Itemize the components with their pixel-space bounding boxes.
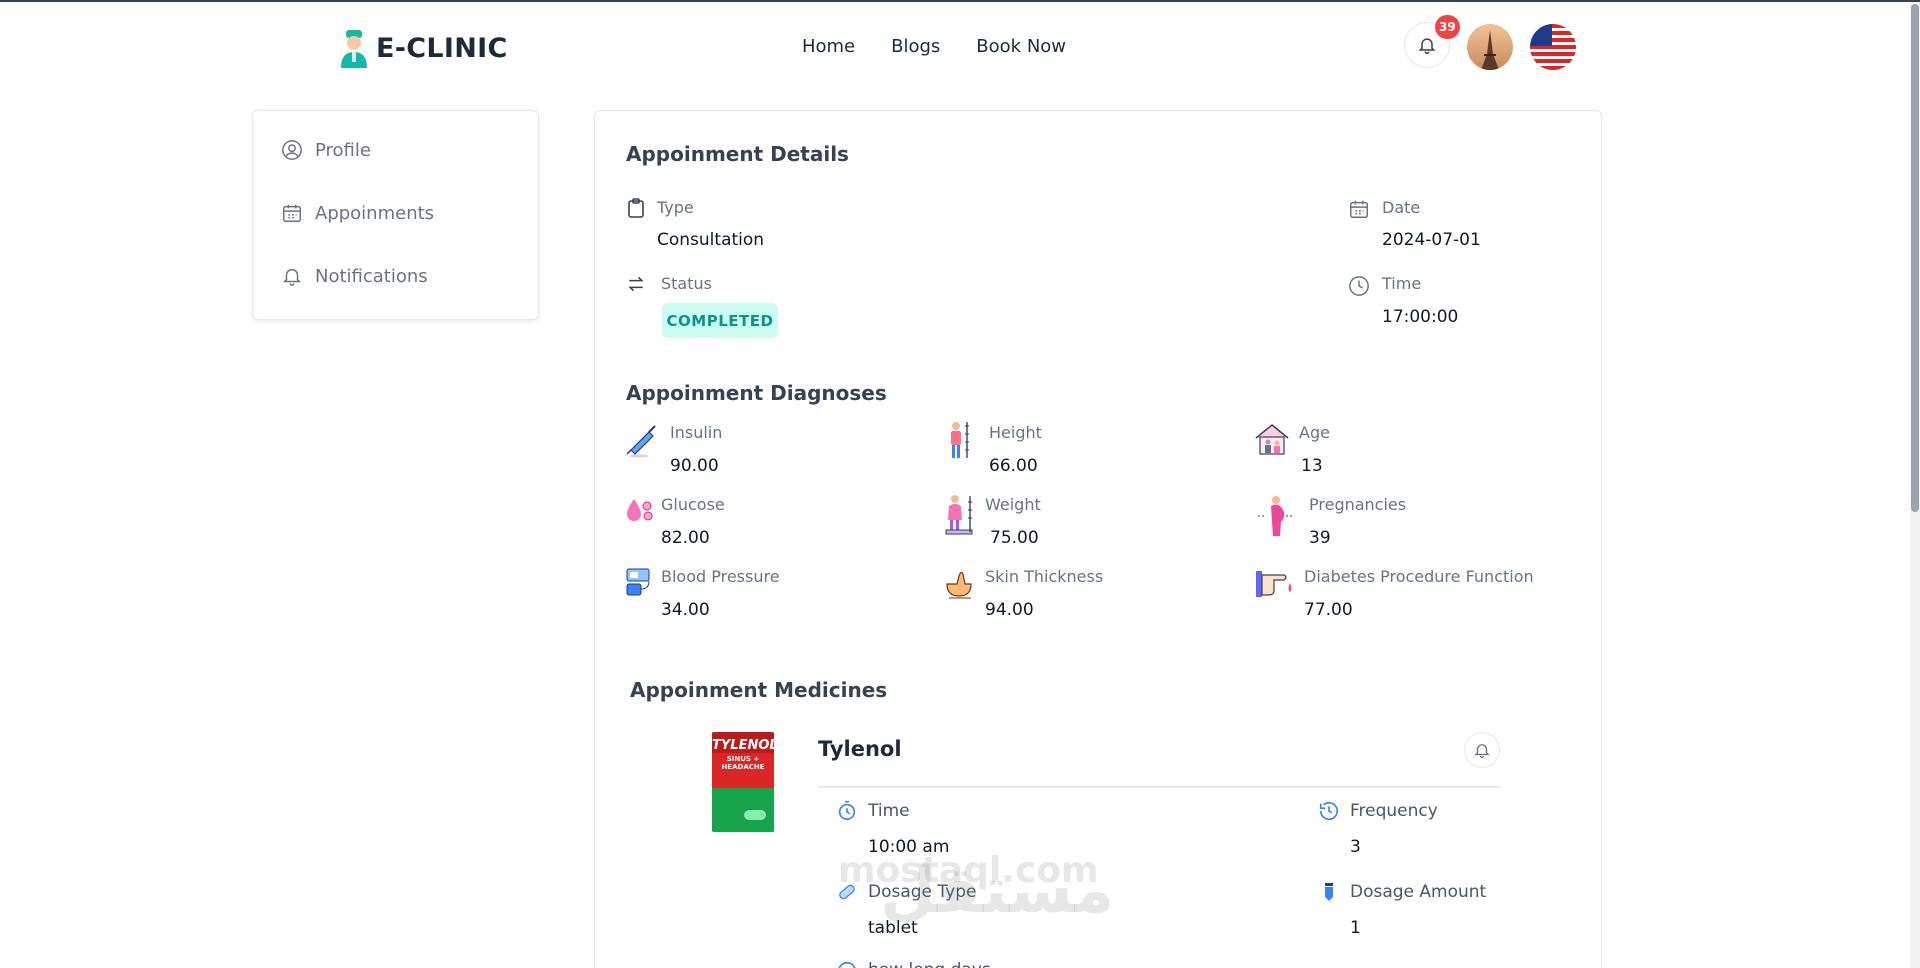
dosage-amount-value: 1 <box>1350 918 1361 938</box>
sidebar-item-label: Profile <box>315 139 371 161</box>
age-house-icon <box>1255 424 1289 455</box>
duration-icon <box>838 961 856 968</box>
medicine-box-sub: SINUS + HEADACHE <box>721 755 765 771</box>
weight-value: 75.00 <box>990 528 1039 548</box>
type-value: Consultation <box>657 230 765 250</box>
account-sidebar: Profile Appoinments Notifications <box>252 110 539 320</box>
weight-scale-icon <box>945 495 973 535</box>
weight-label: Weight <box>985 495 1041 514</box>
skin-thickness-value: 94.00 <box>985 600 1034 620</box>
bell-icon <box>1474 744 1490 759</box>
age-label: Age <box>1299 423 1330 442</box>
med-time-label: Time <box>868 801 910 821</box>
main-nav: Home Blogs Book Now <box>0 36 1920 57</box>
glucose-label: Glucose <box>661 495 725 514</box>
type-label: Type <box>657 198 694 217</box>
user-circle-icon <box>282 140 302 160</box>
avatar[interactable] <box>1467 24 1513 70</box>
bell-icon <box>282 268 302 286</box>
dpf-value: 77.00 <box>1304 600 1353 620</box>
header: E-CLINIC Home Blogs Book Now 39 <box>0 2 1920 94</box>
time-value: 17:00:00 <box>1382 307 1459 327</box>
stopwatch-icon <box>838 801 856 821</box>
details-title: Appoinment Details <box>626 142 849 166</box>
date-label: Date <box>1382 198 1421 217</box>
avatar-image <box>1467 24 1513 70</box>
calendar-icon <box>1350 200 1368 218</box>
clock-icon <box>1349 276 1369 296</box>
medicine-name: Tylenol <box>818 737 902 761</box>
nav-blogs[interactable]: Blogs <box>891 36 940 57</box>
medicine-reminder-button[interactable] <box>1464 732 1500 768</box>
medicines-title: Appoinment Medicines <box>630 678 888 702</box>
notification-count-badge: 39 <box>1435 15 1460 39</box>
swap-arrows-icon <box>628 276 644 292</box>
clipboard-icon <box>628 198 644 218</box>
insulin-label: Insulin <box>670 423 723 442</box>
height-label: Height <box>989 423 1042 442</box>
skin-thickness-icon <box>946 571 972 599</box>
dosage-vial-icon <box>1325 883 1333 901</box>
frequency-clock-icon <box>1319 802 1339 821</box>
sidebar-item-appointments[interactable]: Appoinments <box>281 202 434 224</box>
blood-pressure-monitor-icon <box>626 568 650 596</box>
calendar-icon <box>283 204 301 222</box>
medicine-box-brand: TYLENOL <box>712 732 774 753</box>
days-label: how long days <box>868 960 991 968</box>
insulin-syringe-icon <box>626 425 656 458</box>
medicine-box-image: TYLENOL SINUS + HEADACHE <box>712 732 774 832</box>
blood-pressure-label: Blood Pressure <box>661 567 780 586</box>
pregnancies-value: 39 <box>1309 528 1331 548</box>
finger-prick-icon <box>1256 571 1292 597</box>
frequency-value: 3 <box>1350 837 1361 857</box>
medicine-divider <box>818 786 1500 788</box>
glucose-value: 82.00 <box>661 528 710 548</box>
sidebar-item-label: Appoinments <box>315 202 435 224</box>
age-value: 13 <box>1301 456 1323 476</box>
page-scrollbar[interactable] <box>1910 2 1920 968</box>
status-badge: COMPLETED <box>662 303 778 338</box>
sidebar-item-profile[interactable]: Profile <box>281 139 371 161</box>
skin-thickness-label: Skin Thickness <box>985 567 1104 586</box>
date-value: 2024-07-01 <box>1382 230 1481 250</box>
blood-pressure-value: 34.00 <box>661 600 710 620</box>
time-label: Time <box>1382 274 1422 293</box>
glucose-drops-icon <box>627 499 653 521</box>
status-label: Status <box>661 274 712 293</box>
pregnancies-label: Pregnancies <box>1309 495 1407 514</box>
nav-home[interactable]: Home <box>802 36 855 57</box>
frequency-label: Frequency <box>1350 801 1438 821</box>
language-flag-us[interactable] <box>1530 24 1576 70</box>
nav-book-now[interactable]: Book Now <box>976 36 1066 57</box>
sidebar-item-label: Notifications <box>315 265 428 287</box>
sidebar-item-notifications[interactable]: Notifications <box>281 265 428 287</box>
watermark-text: mostaql.com <box>838 850 1099 891</box>
dosage-amount-label: Dosage Amount <box>1350 882 1487 902</box>
us-flag-icon <box>1530 24 1576 70</box>
diagnoses-title: Appoinment Diagnoses <box>626 381 887 405</box>
scrollbar-thumb[interactable] <box>1911 4 1919 512</box>
pregnancy-icon <box>1258 496 1294 536</box>
height-value: 66.00 <box>989 456 1038 476</box>
bell-icon <box>1418 38 1436 55</box>
height-measure-icon <box>951 422 969 458</box>
dpf-label: Diabetes Procedure Function <box>1304 567 1534 586</box>
insulin-value: 90.00 <box>670 456 719 476</box>
